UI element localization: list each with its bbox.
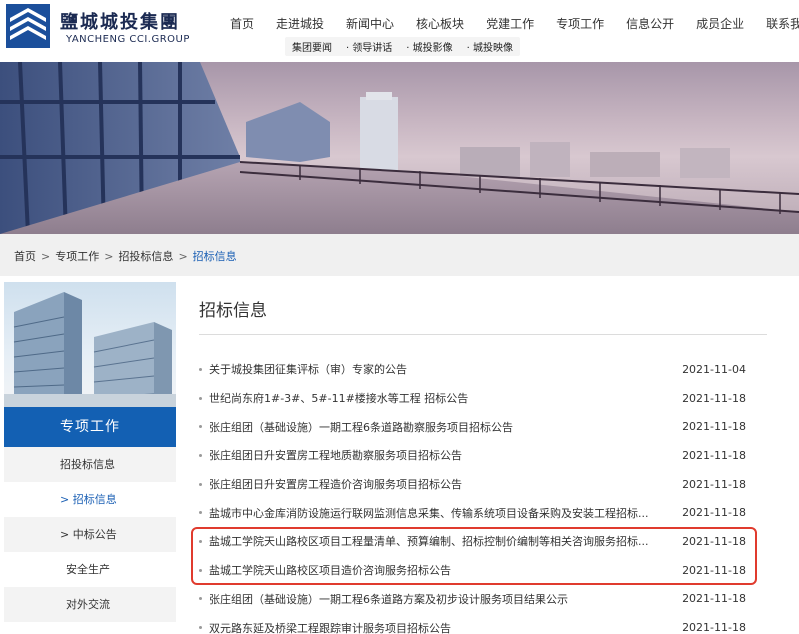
main-nav: 首页 走进城投 新闻中心 核心板块 党建工作 专项工作 信息公开 成员企业 联系… bbox=[230, 15, 799, 33]
list-item-date: 2021-11-18 bbox=[682, 448, 746, 462]
breadcrumb-separator: > bbox=[41, 250, 51, 263]
breadcrumb-separator: > bbox=[104, 250, 114, 263]
bullet-icon bbox=[199, 568, 202, 572]
breadcrumb-separator: > bbox=[178, 250, 188, 263]
sidebar-building-image bbox=[4, 282, 176, 407]
notice-list: 关于城投集团征集评标（审）专家的公告 2021-11-04 世纪尚东府1#-3#、… bbox=[199, 355, 767, 634]
bullet-icon bbox=[199, 482, 202, 486]
title-divider bbox=[199, 334, 767, 335]
list-item-title[interactable]: 世纪尚东府1#-3#、5#-11#楼接水等工程 招标公告 bbox=[209, 390, 667, 406]
list-item-date: 2021-11-18 bbox=[682, 621, 746, 634]
sidebar-item-tender-notice[interactable]: > 招标信息 bbox=[4, 482, 176, 517]
nav-item-party[interactable]: 党建工作 bbox=[486, 15, 534, 33]
list-item[interactable]: 张庄组团（基础设施）一期工程6条道路勘察服务项目招标公告 2021-11-18 bbox=[199, 412, 767, 441]
list-item-date: 2021-11-04 bbox=[682, 362, 746, 376]
list-item-title[interactable]: 盐城工学院天山路校区项目造价咨询服务招标公告 bbox=[209, 562, 667, 578]
sidebar-item-exchange[interactable]: 对外交流 bbox=[4, 587, 176, 622]
list-item-date: 2021-11-18 bbox=[682, 592, 746, 606]
sidebar-item-bidding-info[interactable]: 招投标信息 bbox=[4, 447, 176, 482]
list-item[interactable]: 张庄组团日升安置房工程造价咨询服务项目招标公告 2021-11-18 bbox=[199, 470, 767, 499]
subnav-item-group-news[interactable]: 集团要闻 bbox=[292, 39, 332, 54]
list-item[interactable]: 盐城工学院天山路校区项目造价咨询服务招标公告 2021-11-18 bbox=[199, 556, 767, 585]
list-item-title[interactable]: 张庄组团（基础设施）一期工程6条道路方案及初步设计服务项目结果公示 bbox=[209, 591, 667, 607]
city-banner-image bbox=[0, 62, 799, 234]
nav-item-disclosure[interactable]: 信息公开 bbox=[626, 15, 674, 33]
banner-illustration bbox=[0, 62, 799, 234]
bullet-icon bbox=[199, 539, 202, 543]
sidebar-building-illustration bbox=[4, 292, 176, 407]
site-header: 鹽城城投集團 YANCHENG CCI.GROUP 首页 走进城投 新闻中心 核… bbox=[0, 0, 799, 62]
bullet-icon bbox=[199, 453, 202, 457]
list-item-title[interactable]: 双元路东延及桥梁工程跟踪审计服务项目招标公告 bbox=[209, 620, 667, 634]
list-item-title[interactable]: 盐城工学院天山路校区项目工程量清单、预算编制、招标控制价编制等相关咨询服务招标.… bbox=[209, 533, 667, 549]
page-title: 招标信息 bbox=[199, 301, 267, 321]
logo-mark-icon bbox=[6, 4, 50, 48]
list-item-title[interactable]: 张庄组团日升安置房工程地质勘察服务项目招标公告 bbox=[209, 447, 667, 463]
list-item[interactable]: 关于城投集团征集评标（审）专家的公告 2021-11-04 bbox=[199, 355, 767, 384]
bullet-icon bbox=[199, 511, 202, 515]
list-item-title[interactable]: 张庄组团日升安置房工程造价咨询服务项目招标公告 bbox=[209, 476, 667, 492]
list-item[interactable]: 盐城市中心金库消防设施运行联网监测信息采集、传输系统项目设备采购及安装工程招标.… bbox=[199, 498, 767, 527]
nav-item-contact[interactable]: 联系我们 bbox=[766, 15, 799, 33]
list-item-date: 2021-11-18 bbox=[682, 563, 746, 577]
list-item[interactable]: 盐城工学院天山路校区项目工程量清单、预算编制、招标控制价编制等相关咨询服务招标.… bbox=[199, 527, 767, 556]
subnav-item-images[interactable]: · 城投影像 bbox=[406, 39, 452, 54]
list-item-date: 2021-11-18 bbox=[682, 477, 746, 491]
nav-item-special[interactable]: 专项工作 bbox=[556, 15, 604, 33]
breadcrumb-bar: 首页 > 专项工作 > 招投标信息 > 招标信息 bbox=[0, 234, 799, 276]
list-item-title[interactable]: 关于城投集团征集评标（审）专家的公告 bbox=[209, 361, 667, 377]
nav-item-members[interactable]: 成员企业 bbox=[696, 15, 744, 33]
news-subnav: 集团要闻 · 领导讲话 · 城投影像 · 城投映像 bbox=[285, 37, 520, 56]
bullet-icon bbox=[199, 626, 202, 630]
site-logo[interactable]: 鹽城城投集團 YANCHENG CCI.GROUP bbox=[6, 4, 206, 48]
list-item[interactable]: 双元路东延及桥梁工程跟踪审计服务项目招标公告 2021-11-18 bbox=[199, 613, 767, 634]
list-item-date: 2021-11-18 bbox=[682, 534, 746, 548]
breadcrumb: 首页 > 专项工作 > 招投标信息 > 招标信息 bbox=[14, 248, 237, 264]
bullet-icon bbox=[199, 597, 202, 601]
nav-item-home[interactable]: 首页 bbox=[230, 15, 254, 33]
list-item[interactable]: 张庄组团日升安置房工程地质勘察服务项目招标公告 2021-11-18 bbox=[199, 441, 767, 470]
bullet-icon bbox=[199, 396, 202, 400]
subnav-item-videos[interactable]: · 城投映像 bbox=[467, 39, 513, 54]
sidebar: 专项工作 招投标信息 > 招标信息 > 中标公告 安全生产 对外交流 bbox=[4, 282, 176, 634]
list-item[interactable]: 张庄组团（基础设施）一期工程6条道路方案及初步设计服务项目结果公示 2021-11… bbox=[199, 585, 767, 614]
logo-chinese-name: 鹽城城投集團 bbox=[60, 12, 180, 33]
nav-item-about[interactable]: 走进城投 bbox=[276, 15, 324, 33]
list-item-title[interactable]: 盐城市中心金库消防设施运行联网监测信息采集、传输系统项目设备采购及安装工程招标.… bbox=[209, 505, 667, 521]
bullet-icon bbox=[199, 367, 202, 371]
list-item-date: 2021-11-18 bbox=[682, 391, 746, 405]
sidebar-item-award-notice[interactable]: > 中标公告 bbox=[4, 517, 176, 552]
breadcrumb-special-work[interactable]: 专项工作 bbox=[55, 250, 99, 263]
nav-item-news[interactable]: 新闻中心 bbox=[346, 15, 394, 33]
list-item-title[interactable]: 张庄组团（基础设施）一期工程6条道路勘察服务项目招标公告 bbox=[209, 419, 667, 435]
breadcrumb-home[interactable]: 首页 bbox=[14, 250, 36, 263]
sidebar-title: 专项工作 bbox=[4, 407, 176, 447]
logo-english-name: YANCHENG CCI.GROUP bbox=[66, 34, 190, 45]
bullet-icon bbox=[199, 425, 202, 429]
list-item[interactable]: 世纪尚东府1#-3#、5#-11#楼接水等工程 招标公告 2021-11-18 bbox=[199, 384, 767, 413]
breadcrumb-current[interactable]: 招标信息 bbox=[193, 250, 237, 263]
subnav-item-speeches[interactable]: · 领导讲话 bbox=[346, 39, 392, 54]
nav-item-core[interactable]: 核心板块 bbox=[416, 15, 464, 33]
sidebar-item-safety[interactable]: 安全生产 bbox=[4, 552, 176, 587]
breadcrumb-bidding-info[interactable]: 招投标信息 bbox=[118, 250, 173, 263]
list-item-date: 2021-11-18 bbox=[682, 420, 746, 434]
list-item-date: 2021-11-18 bbox=[682, 506, 746, 520]
